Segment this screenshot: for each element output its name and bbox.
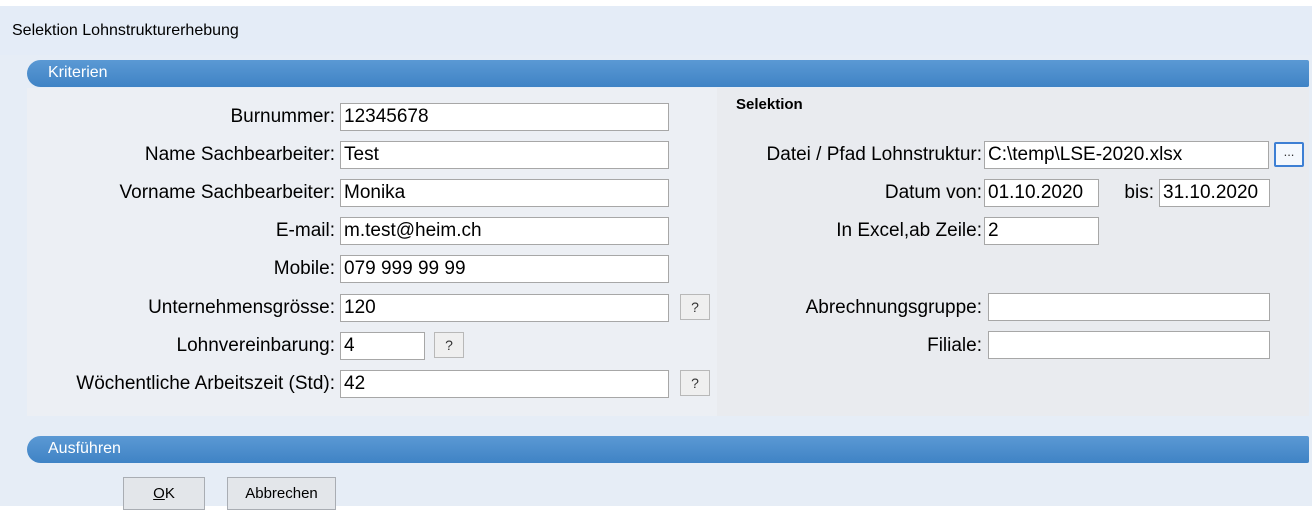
filiale-label: Filiale: bbox=[927, 335, 982, 356]
mobile-label: Mobile: bbox=[273, 258, 335, 279]
datum-von-field[interactable]: 01.10.2020 bbox=[984, 179, 1099, 207]
cancel-button[interactable]: Abbrechen bbox=[227, 477, 336, 510]
email-label: E-mail: bbox=[275, 220, 335, 241]
email-field[interactable]: m.test@heim.ch bbox=[340, 217, 669, 245]
burnummer-field[interactable]: 12345678 bbox=[340, 103, 669, 131]
datum-von-label: Datum von: bbox=[884, 182, 982, 203]
datei-pfad-field[interactable]: C:\temp\LSE-2020.xlsx bbox=[984, 141, 1269, 169]
lohnvereinbarung-help-button[interactable]: ? bbox=[434, 332, 464, 358]
datei-pfad-label: Datei / Pfad Lohnstruktur: bbox=[766, 144, 982, 165]
browse-file-button[interactable]: ... bbox=[1274, 142, 1304, 167]
ab-zeile-field[interactable]: 2 bbox=[984, 217, 1099, 245]
filiale-field[interactable] bbox=[988, 331, 1270, 359]
name-sachbearbeiter-label: Name Sachbearbeiter: bbox=[144, 144, 335, 165]
ok-button-mnemonic: O bbox=[153, 485, 165, 502]
lohnvereinbarung-field[interactable]: 4 bbox=[340, 332, 425, 360]
mobile-field[interactable]: 079 999 99 99 bbox=[340, 255, 669, 283]
unternehmensgroesse-field[interactable]: 120 bbox=[340, 294, 669, 322]
datum-bis-field[interactable]: 31.10.2020 bbox=[1159, 179, 1270, 207]
vorname-sachbearbeiter-label: Vorname Sachbearbeiter: bbox=[119, 182, 335, 203]
dialog-window: Selektion Lohnstrukturerhebung Kriterien… bbox=[0, 0, 1312, 510]
section-title-kriterien: Kriterien bbox=[48, 64, 108, 81]
burnummer-label: Burnummer: bbox=[230, 106, 335, 127]
title-bar: Selektion Lohnstrukturerhebung bbox=[0, 0, 1312, 55]
abrechnungsgruppe-field[interactable] bbox=[988, 293, 1270, 321]
vorname-sachbearbeiter-field[interactable]: Monika bbox=[340, 179, 669, 207]
bis-label: bis: bbox=[1124, 182, 1154, 203]
section-title-ausfuehren: Ausführen bbox=[48, 440, 121, 457]
lohnvereinbarung-label: Lohnvereinbarung: bbox=[176, 335, 335, 356]
abrechnungsgruppe-label: Abrechnungsgruppe: bbox=[805, 297, 982, 318]
arbeitszeit-field[interactable]: 42 bbox=[340, 370, 669, 398]
ok-button[interactable]: OK bbox=[123, 477, 205, 510]
unternehmensgroesse-label: Unternehmensgrösse: bbox=[148, 297, 335, 318]
section-header-kriterien: Kriterien bbox=[27, 60, 1309, 87]
selection-panel bbox=[717, 88, 1309, 416]
ok-button-label: K bbox=[164, 485, 175, 502]
selektion-heading: Selektion bbox=[736, 96, 803, 113]
section-header-ausfuehren: Ausführen bbox=[27, 436, 1309, 463]
ab-zeile-label: In Excel,ab Zeile: bbox=[836, 220, 982, 241]
name-sachbearbeiter-field[interactable]: Test bbox=[340, 141, 669, 169]
unternehmensgroesse-help-button[interactable]: ? bbox=[680, 294, 710, 320]
window-title: Selektion Lohnstrukturerhebung bbox=[12, 22, 239, 39]
arbeitszeit-label: Wöchentliche Arbeitszeit (Std): bbox=[76, 373, 335, 394]
arbeitszeit-help-button[interactable]: ? bbox=[680, 370, 710, 396]
